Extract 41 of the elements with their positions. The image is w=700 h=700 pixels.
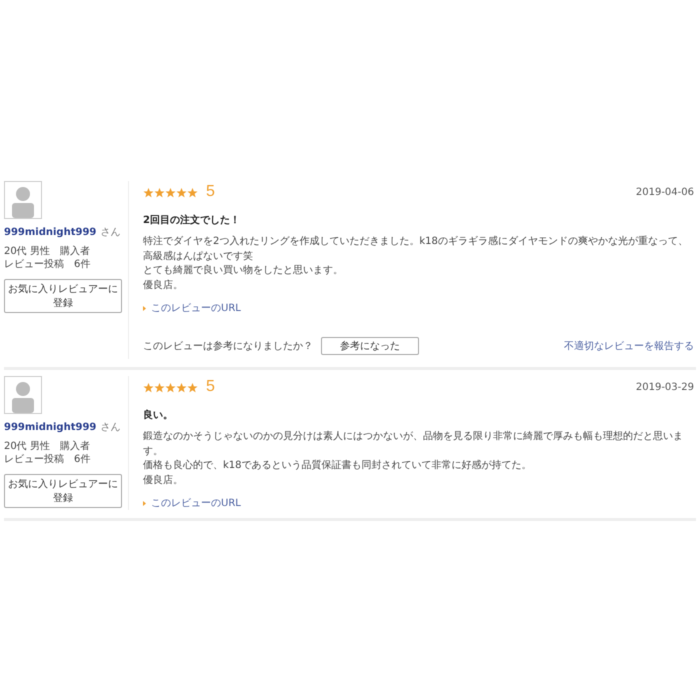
- review-text: 価格も良心的で、k18であるという品質保証書も同封されていて非常に好感が持てた。: [143, 459, 533, 473]
- reviewer-profile: 20代 男性 購入者: [4, 245, 90, 258]
- star-icon: [154, 186, 165, 198]
- reviewer-name[interactable]: 999midnight999: [4, 227, 96, 238]
- reviewer-profile: 20代 男性 購入者: [4, 440, 90, 453]
- star-icon: [176, 186, 187, 198]
- reviewer-name[interactable]: 999midnight999: [4, 422, 96, 433]
- review-count: レビュー投稿 6件: [4, 453, 90, 466]
- star-icon: [187, 382, 198, 392]
- review-date: 2019-04-06: [636, 186, 694, 198]
- bullet-icon: [143, 500, 146, 506]
- helpful-button[interactable]: 参考になった: [321, 337, 419, 355]
- rating-value: 5: [206, 378, 215, 396]
- star-icon: [187, 186, 198, 198]
- avatar-icon: [4, 376, 42, 414]
- review-text: とても綺麗で良い買い物をしたと思います。: [143, 264, 344, 278]
- review-title: 2回目の注文でした！: [143, 213, 241, 227]
- favorite-reviewer-button[interactable]: お気に入りレビュアーに登録: [4, 474, 122, 508]
- star-icon: [154, 382, 165, 392]
- star-icon: [143, 186, 154, 198]
- review-text: 鍛造なのかそうじゃないのかの見分けは素人にはつかないが、品物を見る限り非常に綺麗で厚みも幅も理想的だと思います。: [143, 430, 684, 458]
- rating-value: 5: [206, 183, 215, 201]
- star-icon: [165, 186, 176, 198]
- bullet-icon: [143, 306, 146, 310]
- helpful-question: このレビューは参考になりましたか？: [143, 340, 313, 353]
- review-text: 優良店。: [143, 278, 184, 292]
- review-text: 特注でダイヤを2つ入れたリングを作成していただきました。k18のギラギラ感にダイヤモンドの爽やかな光が重なって、高級感はんぱないです笑: [143, 235, 689, 264]
- favorite-reviewer-button[interactable]: お気に入りレビュアーに登録: [4, 279, 122, 313]
- star-icon: [143, 382, 154, 392]
- review-count: レビュー投稿 6件: [4, 258, 90, 271]
- avatar-icon: [4, 181, 42, 219]
- report-link[interactable]: 不適切なレビューを報告する: [564, 339, 694, 353]
- review-title: 良い。: [143, 408, 174, 422]
- review-url-link[interactable]: このレビューのURL: [151, 301, 241, 315]
- review-date: 2019-03-29: [636, 382, 694, 392]
- review-text: 優良店。: [143, 474, 184, 488]
- honorific: さん: [100, 226, 120, 239]
- star-icon: [176, 382, 187, 392]
- star-icon: [165, 382, 176, 392]
- honorific: さん: [100, 421, 120, 434]
- review-url-link[interactable]: このレビューのURL: [151, 496, 241, 510]
